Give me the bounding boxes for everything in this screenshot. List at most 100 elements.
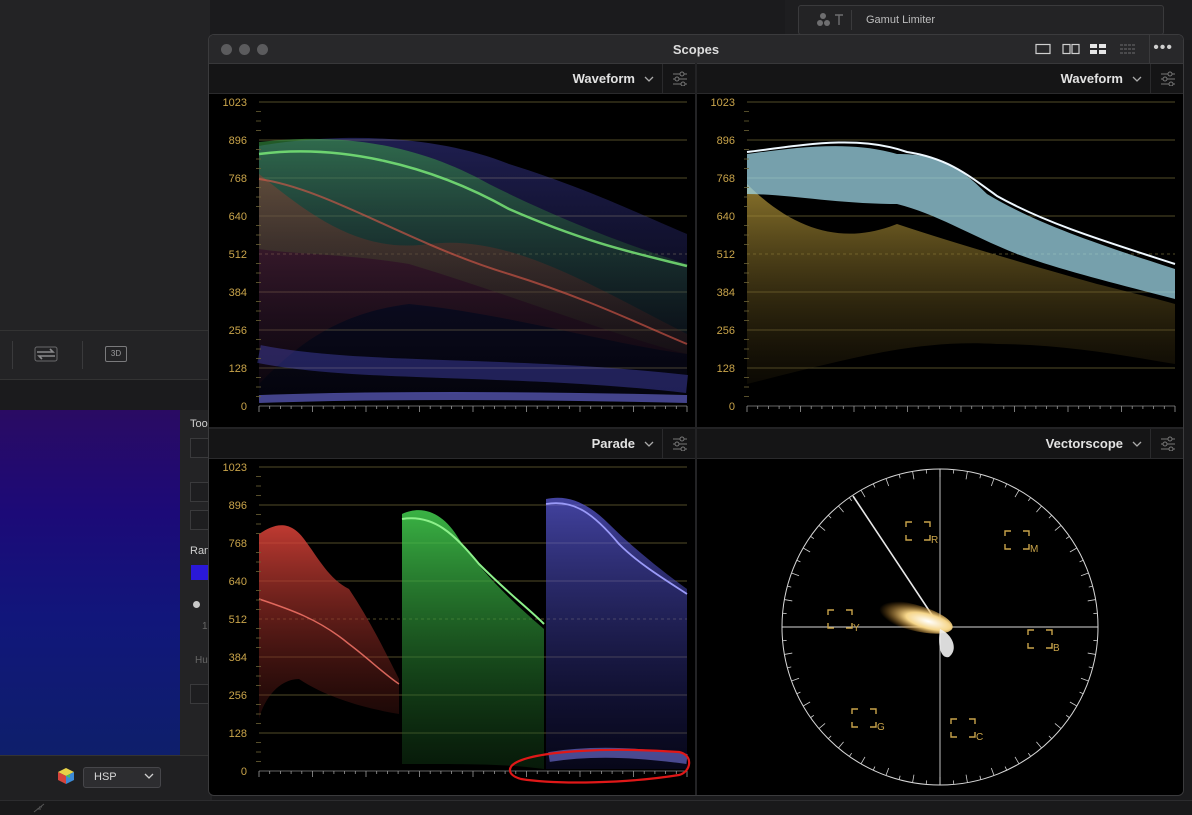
waveform-plot: 1023 896 768 640 512 384 256 128 0 (697, 94, 1183, 427)
scope-type-select[interactable]: Vectorscope (1046, 436, 1123, 451)
scope-type-select[interactable]: Parade (592, 436, 635, 451)
vectorscope-tick (1015, 490, 1019, 497)
more-options-button[interactable]: ••• (1153, 39, 1173, 57)
colorspace-value: HSP (94, 771, 117, 783)
target-label-c: C (976, 732, 983, 743)
toolbar-separator (12, 341, 13, 369)
color-picker-gradient[interactable] (0, 410, 180, 755)
color-cube-icon (57, 767, 75, 785)
vectorscope-tick (792, 573, 800, 576)
target-label-m: M (1030, 544, 1038, 555)
scope-settings-button[interactable] (1150, 429, 1183, 458)
vectorscope-tick (991, 768, 994, 776)
vectorscope-tick (873, 767, 875, 771)
vectorscope-tick (873, 484, 875, 488)
axis-label: 1023 (711, 97, 735, 109)
vectorscope-pane: Vectorscope (697, 429, 1183, 795)
pane-divider-horizontal[interactable] (209, 427, 1183, 429)
vectorscope-tick (819, 723, 825, 728)
axis-label: 768 (229, 538, 247, 550)
axis-label: 640 (229, 211, 247, 223)
scope-settings-button[interactable] (662, 64, 695, 93)
gamut-limiter-label: Gamut Limiter (866, 14, 935, 26)
scope-type-select[interactable]: Waveform (573, 71, 635, 86)
vectorscope-tick (803, 702, 810, 706)
target-label-r: R (931, 535, 938, 546)
axis-label: 384 (229, 652, 247, 664)
vectorscope-plot: R M Y B G C (697, 459, 1183, 795)
vectorscope-tick (1088, 600, 1096, 601)
axis-label: 0 (241, 401, 247, 413)
axis-label: 512 (717, 249, 735, 261)
toggle-3d-button[interactable]: 3D (105, 346, 127, 362)
sliders-icon (1160, 71, 1176, 86)
axis-label: 256 (229, 325, 247, 337)
target-label-b: B (1053, 643, 1060, 654)
axis-label: 896 (717, 135, 735, 147)
target-label-y: Y (853, 623, 860, 634)
vectorscope-tick (966, 775, 967, 783)
vectorscope-tick (797, 692, 801, 694)
title-separator (1149, 35, 1150, 63)
axis-label: 0 (241, 766, 247, 778)
vectorscope-tick (991, 479, 994, 487)
vectorscope-tick (1089, 586, 1093, 587)
loop-icon[interactable] (33, 344, 59, 364)
scopes-title-bar[interactable]: Scopes ••• (209, 35, 1183, 64)
scope-settings-button[interactable] (662, 429, 695, 458)
viewer-background (0, 0, 210, 330)
axis-label: 512 (229, 614, 247, 626)
axis-label: 128 (229, 363, 247, 375)
vectorscope-tick (784, 653, 792, 654)
vectorscope-tick (913, 775, 914, 783)
waveform-pane-rgb: Waveform (209, 64, 695, 427)
chevron-down-icon[interactable] (1131, 73, 1143, 85)
scope-settings-button[interactable] (1150, 64, 1183, 93)
dual-view-icon[interactable] (1062, 43, 1080, 55)
axis-label: 128 (717, 363, 735, 375)
waveform-plot: 1023 896 768 640 512 384 256 128 0 (209, 94, 695, 427)
chevron-down-icon[interactable] (643, 438, 655, 450)
vectorscope-tick (787, 667, 791, 668)
radio-button[interactable] (193, 601, 200, 608)
vectorscope-tick (1066, 715, 1069, 717)
vectorscope-tick (811, 715, 814, 717)
vectorscope-tick (1036, 742, 1041, 748)
effect-icon (807, 10, 852, 30)
axis-label: 256 (717, 325, 735, 337)
axis-label: 384 (229, 287, 247, 299)
vectorscope-tick (792, 678, 800, 681)
sliders-icon (1160, 436, 1176, 451)
axis-label: 1023 (223, 97, 247, 109)
axis-label: 896 (229, 500, 247, 512)
vectorscope-tick (787, 586, 791, 587)
vectorscope-tick (1081, 678, 1089, 681)
quad-view-icon[interactable] (1089, 43, 1107, 55)
pane-header: Waveform (209, 64, 695, 94)
vectorscope-tick (899, 776, 900, 780)
grid-view-icon[interactable] (1119, 43, 1137, 55)
vectorscope-tick (913, 471, 914, 479)
axis-label: 128 (229, 728, 247, 740)
pane-divider-vertical[interactable] (695, 63, 697, 795)
gamut-limiter-item[interactable]: Gamut Limiter (798, 5, 1164, 35)
axis-label: 640 (229, 576, 247, 588)
pane-header: Parade (209, 429, 695, 459)
scope-type-select[interactable]: Waveform (1061, 71, 1123, 86)
vectorscope-tick (1080, 692, 1084, 694)
colorspace-select[interactable]: HSP (83, 767, 161, 788)
vectorscope-tick (1070, 702, 1077, 706)
axis-label: 768 (229, 173, 247, 185)
chevron-down-icon[interactable] (1131, 438, 1143, 450)
vectorscope-tick (803, 548, 810, 552)
vectorscope-tick (886, 479, 889, 487)
chevron-down-icon[interactable] (643, 73, 655, 85)
axis-label: 896 (229, 135, 247, 147)
vectorscope-tick (899, 474, 900, 478)
target-label-g: G (877, 722, 885, 733)
single-view-icon[interactable] (1035, 43, 1051, 55)
parade-plot: 1023 896 768 640 512 384 256 128 0 (209, 459, 695, 795)
chevron-down-icon (143, 770, 155, 782)
vectorscope-tick (811, 536, 814, 538)
hue-label: Hu (195, 655, 208, 666)
